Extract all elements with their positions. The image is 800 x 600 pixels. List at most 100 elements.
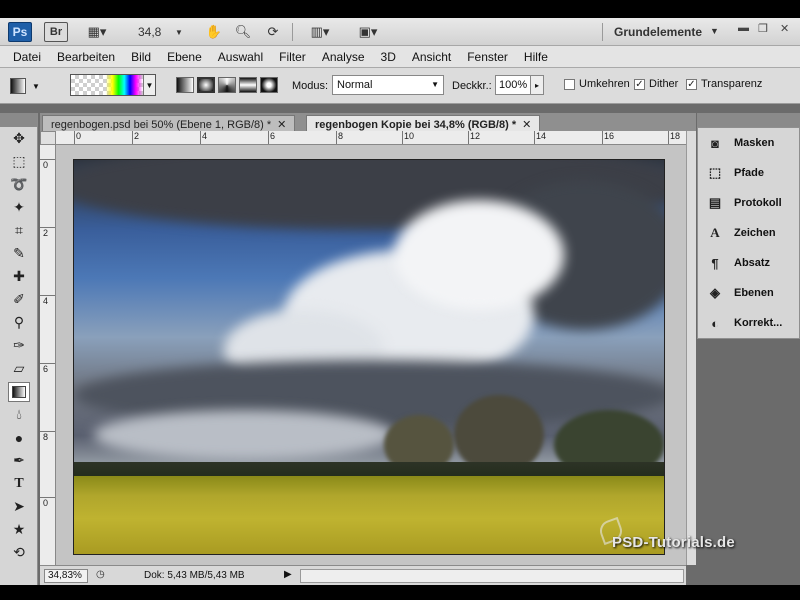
blur-tool[interactable]: 💧︎ xyxy=(0,403,38,426)
opacity-input[interactable]: 100% xyxy=(495,75,531,95)
magic-wand-tool[interactable]: ✦ xyxy=(0,196,38,219)
lasso-tool[interactable]: ➰ xyxy=(0,173,38,196)
close-icon[interactable]: ✕ xyxy=(522,119,531,131)
workspace-dropdown-icon[interactable]: ▼ xyxy=(710,26,719,36)
adjustments-icon: ◐ xyxy=(711,315,719,331)
healing-brush-tool[interactable]: ✚ xyxy=(0,265,38,288)
clone-stamp-tool[interactable]: ⚲ xyxy=(0,311,38,334)
arrange-documents-button[interactable]: ▥▾ xyxy=(302,22,338,42)
type-tool[interactable]: T xyxy=(0,472,38,495)
menu-bild[interactable]: Bild xyxy=(131,50,151,64)
workspace-switcher[interactable]: Grundelemente xyxy=(614,25,702,39)
close-icon[interactable]: ✕ xyxy=(277,119,286,131)
move-tool[interactable]: ✥ xyxy=(0,127,38,150)
hand-tool-icon[interactable]: ✋ xyxy=(203,22,225,42)
gradient-preview[interactable] xyxy=(71,75,143,95)
pen-tool[interactable]: ✒ xyxy=(0,449,38,472)
opacity-slider-button[interactable]: ▸ xyxy=(530,75,544,95)
tools-panel-header[interactable] xyxy=(0,113,37,127)
menu-fenster[interactable]: Fenster xyxy=(467,50,508,64)
angle-gradient-button[interactable] xyxy=(218,77,236,93)
path-selection-tool[interactable]: ➤ xyxy=(0,495,38,518)
panel-layers[interactable]: ◈ Ebenen xyxy=(698,278,799,308)
panel-character[interactable]: A Zeichen xyxy=(698,218,799,248)
menu-ansicht[interactable]: Ansicht xyxy=(412,50,451,64)
panel-paths[interactable]: ⬚ Pfade xyxy=(698,158,799,188)
status-menu-arrow-icon[interactable]: ▶ xyxy=(284,569,292,580)
droplet-icon: 💧︎ xyxy=(16,406,22,422)
crop-tool-icon: ⌗ xyxy=(15,222,23,238)
tab-regenbogen-psd[interactable]: regenbogen.psd bei 50% (Ebene 1, RGB/8) … xyxy=(42,115,296,131)
rapeseed-field xyxy=(74,476,664,554)
magic-wand-icon: ✦ xyxy=(13,199,25,215)
menu-hilfe[interactable]: Hilfe xyxy=(524,50,548,64)
crop-tool[interactable]: ⌗ xyxy=(0,219,38,242)
gradient-tool[interactable] xyxy=(0,380,38,403)
ruler-tick: 10 xyxy=(402,131,414,144)
view-extras-button[interactable]: ▦▾ xyxy=(82,22,112,42)
shape-tool[interactable]: ★ xyxy=(0,518,38,541)
menu-analyse[interactable]: Analyse xyxy=(322,50,365,64)
vertical-scrollbar[interactable] xyxy=(686,131,696,565)
radial-gradient-button[interactable] xyxy=(197,77,215,93)
close-icon[interactable]: ✕ xyxy=(780,22,789,35)
bridge-button[interactable]: Br xyxy=(44,22,68,42)
status-info-icon[interactable]: ◷ xyxy=(96,569,110,583)
panel-label: Ebenen xyxy=(734,287,774,299)
panel-adjustments[interactable]: ◐ Korrekt... xyxy=(698,308,799,338)
vertical-ruler[interactable]: 0 2 4 6 8 0 xyxy=(40,145,56,565)
dither-checkbox[interactable]: ✓ Dither xyxy=(634,78,678,90)
ruler-tick: 0 xyxy=(40,159,55,170)
eyedropper-tool[interactable]: ✎ xyxy=(0,242,38,265)
gradient-picker[interactable]: ▼ xyxy=(70,74,156,96)
eraser-tool[interactable]: ▱ xyxy=(0,357,38,380)
panel-history[interactable]: ▤ Protokoll xyxy=(698,188,799,218)
panel-label: Protokoll xyxy=(734,197,782,209)
zoom-tool-icon[interactable]: 🔍︎ xyxy=(232,22,254,42)
document-size-info: Dok: 5,43 MB/5,43 MB xyxy=(144,570,245,581)
tab-regenbogen-kopie[interactable]: regenbogen Kopie bei 34,8% (RGB/8) * ✕ xyxy=(306,115,541,131)
opacity-label: Deckkr.: xyxy=(452,80,492,92)
checkbox-box[interactable]: ✓ xyxy=(634,78,645,90)
screen-mode-button[interactable]: ▣▾ xyxy=(350,22,386,42)
panel-dock: ◙ Masken ⬚ Pfade ▤ Protokoll A Zeichen ¶ Absa… xyxy=(697,113,800,585)
ruler-label: 14 xyxy=(536,131,547,141)
horizontal-ruler[interactable]: 0 2 4 6 8 10 12 14 16 18 xyxy=(56,131,686,145)
panel-masks[interactable]: ◙ Masken xyxy=(698,128,799,158)
chevron-down-icon[interactable]: ▼ xyxy=(143,75,155,95)
ruler-tick: 6 xyxy=(268,131,275,144)
menu-auswahl[interactable]: Auswahl xyxy=(218,50,263,64)
document-image[interactable] xyxy=(73,159,665,555)
panel-dock-header[interactable] xyxy=(697,113,800,127)
menu-datei[interactable]: Datei xyxy=(13,50,41,64)
mode-select[interactable]: Normal ▼ xyxy=(332,75,444,95)
marquee-tool[interactable]: ⬚ xyxy=(0,150,38,173)
tool-preset-picker[interactable]: ▼ xyxy=(10,74,58,98)
minimize-icon[interactable]: ▬ xyxy=(738,22,749,34)
transparency-checkbox[interactable]: ✓ Transparenz xyxy=(686,78,762,90)
history-brush-tool[interactable]: ✑ xyxy=(0,334,38,357)
reflected-gradient-button[interactable] xyxy=(239,77,257,93)
diamond-gradient-button[interactable] xyxy=(260,77,278,93)
reverse-checkbox[interactable]: Umkehren xyxy=(564,78,630,90)
menu-ebene[interactable]: Ebene xyxy=(167,50,202,64)
rotate-view-icon[interactable]: ⟳ xyxy=(262,22,284,42)
restore-icon[interactable]: ❐ xyxy=(758,22,768,35)
zoom-level-field[interactable]: 34,8 xyxy=(138,25,161,39)
zoom-dropdown-icon[interactable]: ▼ xyxy=(174,22,184,42)
linear-gradient-button[interactable] xyxy=(176,77,194,93)
menu-filter[interactable]: Filter xyxy=(279,50,306,64)
menu-3d[interactable]: 3D xyxy=(381,50,396,64)
checkbox-box[interactable]: ✓ xyxy=(686,78,697,90)
3d-rotate-tool[interactable]: ⟲ xyxy=(0,541,38,564)
panel-paragraph[interactable]: ¶ Absatz xyxy=(698,248,799,278)
ruler-origin[interactable] xyxy=(40,131,56,145)
dodge-tool[interactable]: ● xyxy=(0,426,38,449)
brush-tool[interactable]: ✐ xyxy=(0,288,38,311)
ruler-label: 0 xyxy=(76,131,82,141)
checkbox-box[interactable] xyxy=(564,78,575,90)
menu-bearbeiten[interactable]: Bearbeiten xyxy=(57,50,115,64)
lasso-tool-icon: ➰ xyxy=(10,176,28,192)
status-zoom-field[interactable]: 34,83% xyxy=(44,569,88,583)
horizontal-scrollbar[interactable] xyxy=(300,569,684,583)
